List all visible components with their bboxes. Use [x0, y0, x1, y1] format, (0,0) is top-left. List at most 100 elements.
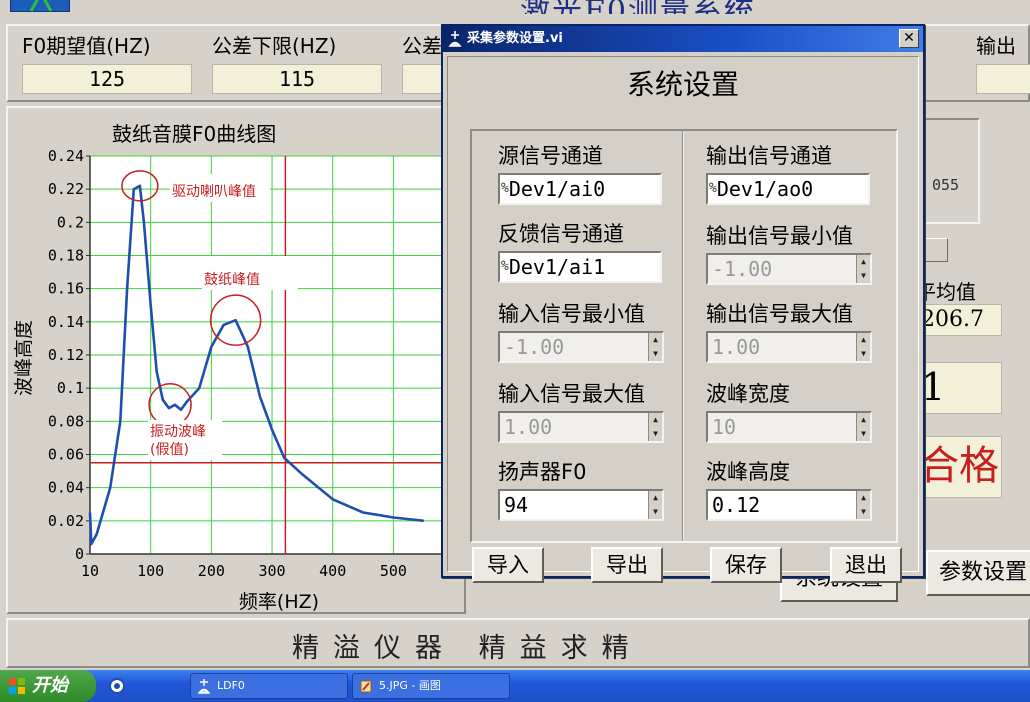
- output-min-label: 输出信号最小值: [706, 224, 853, 248]
- y-tick-label: 0.1: [57, 379, 84, 397]
- result-display: 合格: [916, 436, 1002, 498]
- speaker-f0-label: 扬声器F0: [498, 460, 587, 484]
- source-channel-label: 源信号通道: [498, 144, 603, 168]
- indicator-box: [924, 118, 980, 224]
- export-button[interactable]: 导出: [591, 547, 663, 583]
- output-min-input[interactable]: -1.00 ▲ ▼: [706, 253, 872, 285]
- paint-icon: [360, 680, 372, 693]
- app-title-strip: 激光F0测量系统: [0, 0, 1030, 14]
- output-channel-value: Dev1/ao0: [716, 177, 814, 201]
- input-max-label: 输入信号最大值: [498, 382, 645, 406]
- average-label: 平均值: [916, 280, 976, 304]
- output-channel-prefix: %: [709, 181, 717, 196]
- expected-f0-value[interactable]: 125: [22, 64, 192, 94]
- taskbar-item-label: 5.JPG - 画图: [379, 679, 441, 692]
- tolerance-lower-value[interactable]: 115: [212, 64, 382, 94]
- y-tick-label: 0.08: [48, 412, 84, 430]
- output-max-value: 1.00: [712, 335, 761, 359]
- expected-f0-label: F0期望值(HZ): [22, 34, 151, 58]
- y-tick-label: 0.24: [48, 147, 84, 165]
- x-tick-label: 10: [81, 562, 99, 580]
- output-max-field: 输出信号最大值 1.00 ▲ ▼: [706, 299, 882, 363]
- up-arrow-icon[interactable]: ▲: [649, 491, 662, 505]
- settings-group: 源信号通道 %Dev1/ai0 反馈信号通道 %Dev1/ai1 输入信号最小值…: [470, 129, 898, 543]
- average-value: 206.7: [916, 304, 1002, 336]
- vibration-peak-sublabel: (假值): [150, 442, 189, 458]
- y-tick-label: 0.18: [48, 247, 84, 265]
- up-arrow-icon[interactable]: ▲: [857, 333, 870, 347]
- output-value[interactable]: [976, 64, 1030, 94]
- y-tick-label: 0.22: [48, 180, 84, 198]
- peak-width-field: 波峰宽度 10 ▲ ▼: [706, 379, 882, 443]
- x-tick-label: 100: [137, 562, 164, 580]
- column-divider: [682, 131, 684, 541]
- y-tick-label: 0.2: [57, 213, 84, 231]
- down-arrow-icon[interactable]: ▼: [857, 427, 870, 441]
- windows-logo-icon: [9, 678, 25, 694]
- down-arrow-icon[interactable]: ▼: [649, 505, 662, 519]
- output-channel-input[interactable]: %Dev1/ao0: [706, 173, 870, 205]
- taskbar-item-ldf0[interactable]: LDF0: [190, 673, 348, 699]
- speaker-f0-field: 扬声器F0 94 ▲ ▼: [498, 457, 674, 521]
- exit-button[interactable]: 退出: [830, 547, 902, 583]
- close-icon[interactable]: ✕: [899, 29, 919, 48]
- down-arrow-icon[interactable]: ▼: [857, 269, 870, 283]
- speaker-f0-value: 94: [504, 493, 529, 517]
- down-arrow-icon[interactable]: ▼: [649, 347, 662, 361]
- peak-height-spinner[interactable]: ▲ ▼: [856, 491, 870, 519]
- speaker-f0-input[interactable]: 94 ▲ ▼: [498, 489, 664, 521]
- peak-height-input[interactable]: 0.12 ▲ ▼: [706, 489, 872, 521]
- dialog-titlebar[interactable]: 采集参数设置.vi ✕: [443, 26, 923, 52]
- y-axis-label: 波峰高度: [13, 320, 35, 396]
- expected-f0-field: F0期望值(HZ) 125: [22, 32, 192, 94]
- input-max-input[interactable]: 1.00 ▲ ▼: [498, 411, 664, 443]
- app-logo: [10, 0, 70, 12]
- up-arrow-icon[interactable]: ▲: [857, 491, 870, 505]
- output-max-input[interactable]: 1.00 ▲ ▼: [706, 331, 872, 363]
- down-arrow-icon[interactable]: ▼: [649, 427, 662, 441]
- parameter-settings-button[interactable]: 参数设置: [926, 550, 1030, 596]
- source-channel-input[interactable]: %Dev1/ai0: [498, 173, 662, 205]
- input-min-spinner[interactable]: ▲ ▼: [648, 333, 662, 361]
- y-tick-label: 0.04: [48, 479, 84, 497]
- taskbar: 开始 LDF0 5.JPG - 画图: [0, 670, 1030, 702]
- up-arrow-icon[interactable]: ▲: [857, 255, 870, 269]
- output-min-spinner[interactable]: ▲ ▼: [856, 255, 870, 283]
- input-max-value: 1.00: [504, 415, 553, 439]
- y-tick-label: 0.16: [48, 280, 84, 298]
- output-max-spinner[interactable]: ▲ ▼: [856, 333, 870, 361]
- import-button[interactable]: 导入: [472, 547, 544, 583]
- source-channel-prefix: %: [501, 181, 509, 196]
- peak-width-spinner[interactable]: ▲ ▼: [856, 413, 870, 441]
- output-min-value: -1.00: [712, 257, 773, 281]
- down-arrow-icon[interactable]: ▼: [857, 505, 870, 519]
- browser-icon[interactable]: [108, 677, 126, 695]
- up-arrow-icon[interactable]: ▲: [857, 413, 870, 427]
- peak-height-value: 0.12: [712, 493, 761, 517]
- input-max-spinner[interactable]: ▲ ▼: [648, 413, 662, 441]
- labview-icon: [448, 31, 462, 47]
- x-tick-label: 500: [380, 562, 407, 580]
- input-min-field: 输入信号最小值 -1.00 ▲ ▼: [498, 299, 674, 363]
- right-panel: 055 平均值 206.7 1 合格: [916, 106, 1030, 614]
- input-min-value: -1.00: [504, 335, 565, 359]
- input-max-field: 输入信号最大值 1.00 ▲ ▼: [498, 379, 674, 443]
- peak-width-label: 波峰宽度: [706, 382, 790, 406]
- y-tick-label: 0.02: [48, 512, 84, 530]
- input-min-input[interactable]: -1.00 ▲ ▼: [498, 331, 664, 363]
- start-button[interactable]: 开始: [0, 670, 96, 702]
- indicator-value: 055: [932, 176, 960, 194]
- y-tick-label: 0: [75, 545, 84, 563]
- up-arrow-icon[interactable]: ▲: [649, 413, 662, 427]
- feedback-channel-value: Dev1/ai1: [508, 255, 606, 279]
- output-max-label: 输出信号最大值: [706, 302, 853, 326]
- up-arrow-icon[interactable]: ▲: [649, 333, 662, 347]
- speaker-f0-spinner[interactable]: ▲ ▼: [648, 491, 662, 519]
- peak-width-input[interactable]: 10 ▲ ▼: [706, 411, 872, 443]
- feedback-channel-input[interactable]: %Dev1/ai1: [498, 251, 662, 283]
- down-arrow-icon[interactable]: ▼: [857, 347, 870, 361]
- save-button[interactable]: 保存: [710, 547, 782, 583]
- settings-dialog: 采集参数设置.vi ✕ 系统设置 源信号通道 %Dev1/ai0 反馈信号通道 …: [441, 24, 925, 583]
- taskbar-item-paint[interactable]: 5.JPG - 画图: [352, 673, 510, 699]
- y-tick-label: 0.14: [48, 313, 84, 331]
